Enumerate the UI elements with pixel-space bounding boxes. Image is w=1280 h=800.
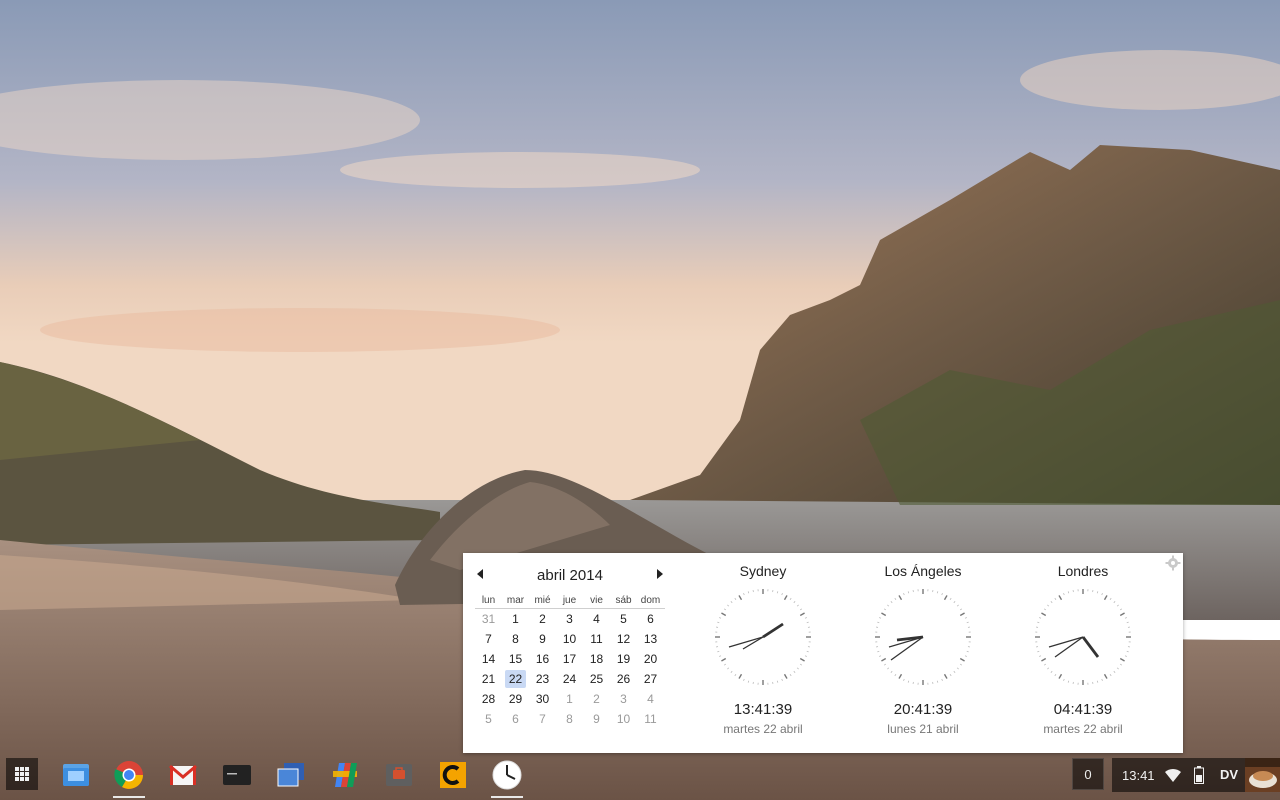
notification-count-button[interactable]: 0 <box>1072 758 1104 790</box>
briefcase-icon[interactable] <box>383 759 415 791</box>
weekday-header: lun mar mié jue vie sáb dom <box>475 595 665 609</box>
calendar-day[interactable]: 11 <box>583 630 610 648</box>
calendar-week: 14 15 16 17 18 19 20 <box>475 649 665 669</box>
analog-clock-icon <box>715 589 811 685</box>
clock-calendar-popup: abril 2014 lun mar mié jue vie sáb dom 3… <box>463 553 1183 753</box>
calendar-day[interactable]: 15 <box>502 650 529 668</box>
clock-date: lunes 21 abril <box>887 722 959 736</box>
calendar-day[interactable]: 3 <box>556 610 583 628</box>
calendar-day[interactable]: 5 <box>475 710 502 728</box>
calendar-day[interactable]: 18 <box>583 650 610 668</box>
clock-city-label: Londres <box>1057 563 1109 579</box>
calendar-day[interactable]: 20 <box>637 650 664 668</box>
avatar <box>1245 758 1280 792</box>
battery-icon <box>1194 766 1204 784</box>
calendar-day[interactable]: 17 <box>556 650 583 668</box>
calendar-day[interactable]: 2 <box>529 610 556 628</box>
calendar-day[interactable]: 28 <box>475 690 502 708</box>
calendar-day[interactable]: 14 <box>475 650 502 668</box>
previous-month-button[interactable] <box>477 569 483 579</box>
clock-time: 13:41:39 <box>733 701 793 718</box>
calendar-day[interactable]: 31 <box>475 610 502 628</box>
calendar-day[interactable]: 23 <box>529 670 556 688</box>
calendar-week: 7 8 9 10 11 12 13 <box>475 629 665 649</box>
calendar-day[interactable]: 4 <box>583 610 610 628</box>
calendar-day[interactable]: 12 <box>610 630 637 648</box>
clock-city-label: Los Ángeles <box>884 563 962 579</box>
calendar-header: abril 2014 <box>475 565 665 587</box>
calendar-day[interactable]: 2 <box>583 690 610 708</box>
calendar-day[interactable]: 1 <box>556 690 583 708</box>
weekday-label: lun <box>481 595 496 606</box>
calendar-day[interactable]: 6 <box>502 710 529 728</box>
chrome-icon[interactable] <box>113 759 145 791</box>
app-launcher-icon[interactable] <box>6 758 38 790</box>
clock-time: 20:41:39 <box>893 701 953 718</box>
analog-clock-icon <box>1035 589 1131 685</box>
calendar-day[interactable]: 10 <box>610 710 637 728</box>
wifi-icon <box>1165 768 1181 782</box>
calendar-day[interactable]: 5 <box>610 610 637 628</box>
clock-date: martes 22 abril <box>723 722 803 736</box>
calendar-day[interactable]: 16 <box>529 650 556 668</box>
c-app-icon[interactable] <box>437 759 469 791</box>
calendar-day[interactable]: 10 <box>556 630 583 648</box>
calendar-day[interactable]: 11 <box>637 710 664 728</box>
calendar-day[interactable]: 7 <box>529 710 556 728</box>
calendar-day[interactable]: 26 <box>610 670 637 688</box>
calendar-month-title: abril 2014 <box>537 567 603 584</box>
calendar-week: 28 29 30 1 2 3 4 <box>475 689 665 709</box>
calendar-day[interactable]: 9 <box>529 630 556 648</box>
world-clock-sydney: Sydney 13:41:39 martes 22 abril <box>703 553 823 753</box>
calendar-week: 31 1 2 3 4 5 6 <box>475 609 665 629</box>
calendar-day[interactable]: 24 <box>556 670 583 688</box>
clock-icon[interactable] <box>491 759 523 791</box>
next-month-button[interactable] <box>657 569 663 579</box>
analog-clock-icon <box>875 589 971 685</box>
window-switcher-icon[interactable] <box>275 759 307 791</box>
calendar-day[interactable]: 30 <box>529 690 556 708</box>
clock-city-label: Sydney <box>739 563 787 579</box>
weekday-label: dom <box>640 595 661 606</box>
calendar-day[interactable]: 6 <box>637 610 664 628</box>
calendar-day[interactable]: 21 <box>475 670 502 688</box>
calendar-day[interactable]: 27 <box>637 670 664 688</box>
files-icon[interactable] <box>60 759 92 791</box>
weekday-label: vie <box>590 595 603 606</box>
world-clock-los-angeles: Los Ángeles 20:41:39 lunes 21 abril <box>863 553 983 753</box>
calendar-day[interactable]: 8 <box>556 710 583 728</box>
calendar-day[interactable]: 9 <box>583 710 610 728</box>
calendar-week: 5 6 7 8 9 10 11 <box>475 709 665 729</box>
weekday-label: mar <box>506 595 525 606</box>
weekday-label: sáb <box>615 595 632 606</box>
calendar-day[interactable]: 4 <box>637 690 664 708</box>
weekday-label: jue <box>562 595 577 606</box>
active-app-indicator <box>491 796 523 798</box>
status-time: 13:41 <box>1122 768 1155 783</box>
calendar-day-today[interactable]: 22 <box>505 670 526 688</box>
clock-date: martes 22 abril <box>1043 722 1123 736</box>
active-app-indicator <box>113 796 145 798</box>
calendar-day[interactable]: 7 <box>475 630 502 648</box>
status-tray[interactable]: 13:41 DV <box>1112 758 1280 792</box>
terminal-icon[interactable] <box>221 759 253 791</box>
calendar-day[interactable]: 8 <box>502 630 529 648</box>
user-initials: DV <box>1220 767 1239 782</box>
google-drive-icon[interactable] <box>329 759 361 791</box>
calendar-day[interactable]: 29 <box>502 690 529 708</box>
calendar-day[interactable]: 13 <box>637 630 664 648</box>
calendar-day[interactable]: 1 <box>502 610 529 628</box>
gear-icon[interactable] <box>1165 555 1181 571</box>
world-clock-londres: Londres 04:41:39 martes 22 abril <box>1023 553 1143 753</box>
calendar-day[interactable]: 19 <box>610 650 637 668</box>
weekday-label: mié <box>534 595 551 606</box>
clock-time: 04:41:39 <box>1053 701 1113 718</box>
calendar-day[interactable]: 25 <box>583 670 610 688</box>
calendar-week: 21 22 23 24 25 26 27 <box>475 669 665 689</box>
gmail-icon[interactable] <box>167 759 199 791</box>
calendar-day[interactable]: 3 <box>610 690 637 708</box>
calendar-grid: lun mar mié jue vie sáb dom 31 1 2 3 4 5… <box>475 595 665 729</box>
